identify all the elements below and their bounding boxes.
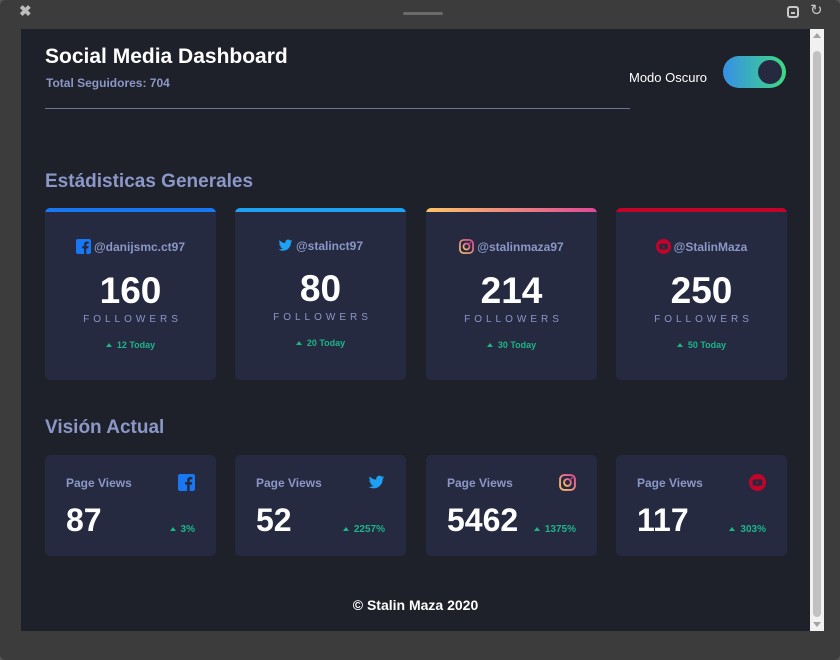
- today-text: 20 Today: [306, 338, 346, 348]
- overview-pct: 3%: [180, 524, 195, 535]
- twitter-icon: [368, 475, 385, 489]
- overview-pct: 303%: [740, 524, 766, 535]
- follower-count: 214: [480, 270, 543, 311]
- minimize-icon[interactable]: [787, 6, 799, 18]
- follower-card-youtube[interactable]: @StalinMaza 250 FOLLOWERS 50 Today: [616, 208, 787, 380]
- facebook-icon: [178, 474, 195, 491]
- card-top-bar: [45, 208, 216, 212]
- dark-mode-label: Modo Oscuro: [629, 70, 708, 85]
- handle-row: @stalinmaza97: [426, 239, 597, 254]
- overview-card-twitter[interactable]: Page Views 52 2257%: [235, 455, 406, 556]
- overview-pct: 1375%: [544, 524, 576, 535]
- overview-card-youtube[interactable]: Page Views 117 303%: [616, 455, 787, 556]
- today-text: 12 Today: [116, 340, 156, 350]
- follower-count: 250: [670, 270, 733, 311]
- page-title: Social Media Dashboard: [45, 45, 288, 68]
- instagram-icon: [459, 239, 475, 254]
- toggle-knob: [758, 60, 782, 84]
- card-top-bar: [235, 208, 406, 212]
- followers-label: FOLLOWERS: [83, 314, 182, 325]
- instagram-icon: [559, 474, 576, 491]
- title-bar: ✖ ↻: [0, 0, 840, 26]
- twitter-icon: [278, 239, 293, 251]
- arrow-up-icon: [295, 341, 302, 345]
- handle-text: @stalinct97: [295, 239, 364, 253]
- handle-text: @StalinMaza: [673, 240, 748, 254]
- overview-value: 5462: [447, 502, 519, 538]
- handle-row: @StalinMaza: [616, 239, 787, 254]
- overview-change: 2257%: [342, 524, 385, 535]
- follower-card-facebook[interactable]: @danijsmc.ct97 160 FOLLOWERS 12 Today: [45, 208, 216, 380]
- handle-text: @stalinmaza97: [477, 240, 564, 254]
- handle-row: @danijsmc.ct97: [45, 239, 216, 254]
- card-top-bar: [616, 208, 787, 212]
- today-change: 50 Today: [616, 340, 787, 350]
- scroll-up-icon[interactable]: [813, 33, 821, 38]
- reload-icon[interactable]: ↻: [810, 2, 823, 20]
- followers-label: FOLLOWERS: [654, 314, 753, 325]
- handle-row: @stalinct97: [235, 238, 406, 253]
- today-change: 30 Today: [426, 340, 597, 350]
- arrow-up-icon: [105, 343, 112, 347]
- follower-card-instagram[interactable]: @stalinmaza97 214 FOLLOWERS 30 Today: [426, 208, 597, 380]
- overview-title: Visión Actual: [45, 417, 165, 438]
- today-change: 20 Today: [235, 338, 406, 348]
- dark-mode-toggle[interactable]: [723, 56, 786, 88]
- overview-change: 3%: [169, 524, 195, 535]
- overview-value: 52: [256, 502, 292, 538]
- overview-label: Page Views: [256, 476, 322, 490]
- browser-window: ✖ ↻ Social Media Dashboard Total Seguido…: [0, 0, 840, 660]
- arrow-up-icon: [676, 343, 683, 347]
- overview-label: Page Views: [637, 476, 703, 490]
- youtube-icon: [655, 239, 671, 254]
- page-viewport: Social Media Dashboard Total Seguidores:…: [21, 29, 810, 631]
- facebook-icon: [75, 239, 91, 254]
- arrow-up-icon: [486, 343, 493, 347]
- overview-change: 1375%: [533, 524, 576, 535]
- window-bottom-frame: [0, 631, 840, 660]
- today-change: 12 Today: [45, 340, 216, 350]
- scroll-thumb[interactable]: [813, 51, 821, 617]
- overview-card-facebook[interactable]: Page Views 87 3%: [45, 455, 216, 556]
- follower-count: 80: [299, 268, 342, 309]
- general-stats-title: Estádisticas Generales: [45, 171, 254, 192]
- overview-label: Page Views: [66, 476, 132, 490]
- overview-label: Page Views: [447, 476, 513, 490]
- overview-value: 117: [637, 502, 689, 538]
- follower-count: 160: [99, 270, 162, 311]
- close-icon[interactable]: ✖: [19, 4, 32, 20]
- arrow-up-icon: [342, 527, 349, 531]
- total-followers: Total Seguidores: 704: [46, 76, 170, 90]
- arrow-up-icon: [533, 527, 540, 531]
- today-text: 50 Today: [687, 340, 727, 350]
- overview-card-instagram[interactable]: Page Views 5462 1375%: [426, 455, 597, 556]
- card-top-bar: [426, 208, 597, 212]
- overview-change: 303%: [729, 524, 766, 535]
- scroll-down-icon[interactable]: [813, 622, 821, 627]
- overview-pct: 2257%: [353, 524, 385, 535]
- followers-label: FOLLOWERS: [273, 312, 372, 323]
- overview-value: 87: [66, 502, 102, 538]
- footer-credit: © Stalin Maza 2020: [352, 597, 479, 613]
- followers-label: FOLLOWERS: [464, 314, 563, 325]
- vertical-scrollbar[interactable]: [810, 29, 824, 631]
- header-divider: [45, 108, 630, 109]
- today-text: 30 Today: [497, 340, 537, 350]
- arrow-up-icon: [169, 527, 176, 531]
- drag-handle[interactable]: [403, 12, 443, 15]
- handle-text: @danijsmc.ct97: [93, 240, 186, 254]
- youtube-icon: [749, 474, 766, 491]
- follower-card-twitter[interactable]: @stalinct97 80 FOLLOWERS 20 Today: [235, 208, 406, 380]
- arrow-up-icon: [729, 527, 736, 531]
